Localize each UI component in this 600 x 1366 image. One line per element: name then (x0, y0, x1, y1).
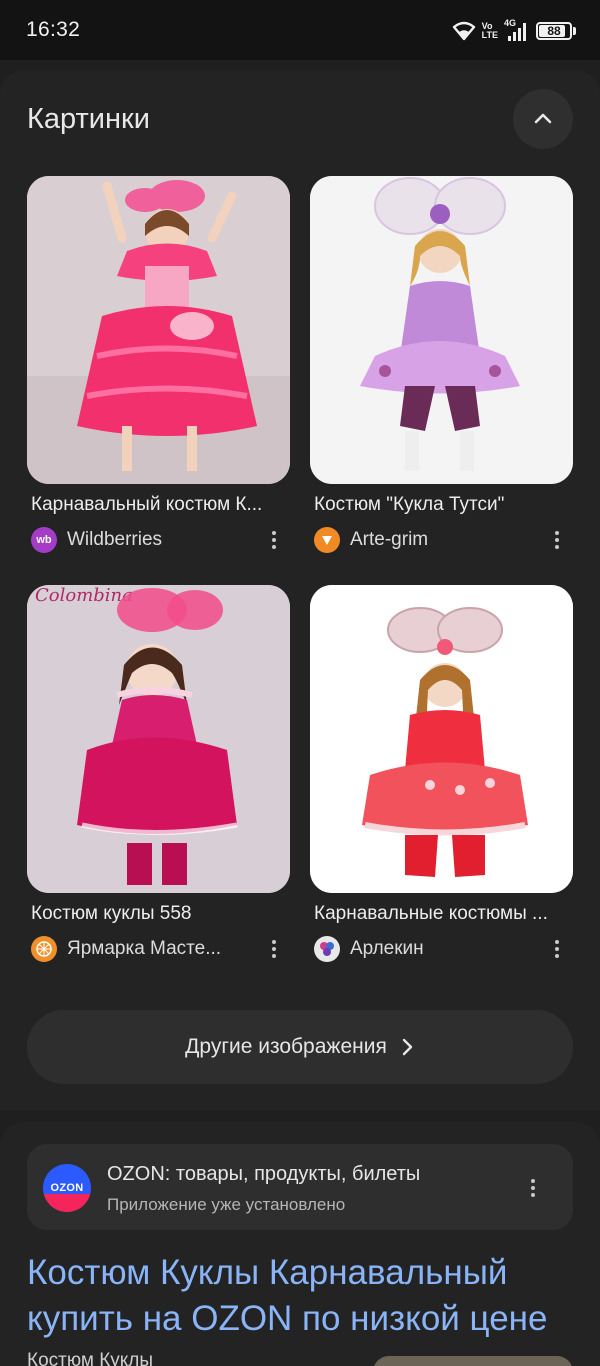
result-snippet: Костюм Куклы (27, 1350, 154, 1366)
arlekin-logo-icon (314, 936, 340, 962)
image-result-2[interactable]: Костюм "Кукла Тутси" Arte-grim (310, 176, 573, 554)
more-options-button[interactable] (545, 526, 569, 554)
source-name: Arte-grim (350, 529, 429, 550)
image-title[interactable]: Костюм "Кукла Тутси" (310, 494, 573, 516)
chevron-up-icon (534, 113, 552, 124)
section-title: Картинки (27, 103, 150, 135)
ozon-logo-text: OZON (50, 1182, 84, 1194)
more-options-button[interactable] (262, 526, 286, 554)
source-name: Арлекин (350, 938, 424, 959)
app-title: OZON: товары, продукты, билеты (107, 1163, 421, 1185)
battery-tip (573, 27, 576, 35)
wildberries-logo-icon: wb (31, 527, 57, 553)
battery-level: 88 (547, 24, 561, 38)
volte-indicator: Vo LTE (482, 22, 498, 40)
image-result-1[interactable]: Карнавальный костюм К... wb Wildberries (27, 176, 290, 554)
image-title[interactable]: Карнавальный костюм К... (27, 494, 290, 516)
more-options-button[interactable] (262, 935, 286, 963)
arte-grim-logo-icon (314, 527, 340, 553)
image-title[interactable]: Костюм куклы 558 (27, 903, 290, 925)
image-source[interactable]: Арлекин (310, 935, 573, 963)
result-title-link[interactable]: Костюм Куклы Карнавальный купить на OZON… (27, 1250, 587, 1342)
battery-icon: 88 (536, 22, 572, 40)
status-icons: Vo LTE 4G 88 (452, 17, 576, 45)
app-banner[interactable]: OZON OZON: товары, продукты, билеты Прил… (27, 1144, 573, 1230)
chevron-right-icon (402, 1038, 413, 1056)
more-options-button[interactable] (521, 1174, 545, 1202)
status-bar: 16:32 Vo LTE 4G 88 (0, 0, 600, 60)
image-thumbnail[interactable]: Colombina (27, 585, 290, 893)
status-time: 16:32 (26, 18, 81, 41)
watermark-text: Colombina (35, 585, 133, 606)
image-source[interactable]: wb Wildberries (27, 526, 290, 554)
image-title[interactable]: Карнавальные костюмы ... (310, 903, 573, 925)
collapse-button[interactable] (513, 89, 573, 149)
image-result-3[interactable]: Colombina Костюм куклы 558 Ярмарка Масте… (27, 585, 290, 963)
image-thumbnail[interactable] (310, 585, 573, 893)
more-images-button[interactable]: Другие изображения (27, 1010, 573, 1084)
image-thumbnail[interactable] (310, 176, 573, 484)
image-result-4[interactable]: Карнавальные костюмы ... Арлекин (310, 585, 573, 963)
image-source[interactable]: Arte-grim (310, 526, 573, 554)
image-thumbnail[interactable] (27, 176, 290, 484)
result-thumbnail[interactable] (373, 1356, 573, 1366)
volte-bottom: LTE (481, 30, 498, 40)
search-result: OZON OZON: товары, продукты, билеты Прил… (0, 1122, 600, 1366)
images-section: Картинки Карнавальный костюм К... wb Wil… (0, 70, 600, 1110)
image-source[interactable]: Ярмарка Масте... (27, 935, 290, 963)
yarmarka-masterov-logo-icon (31, 936, 57, 962)
ozon-logo-icon: OZON (43, 1164, 91, 1212)
wifi-icon (452, 21, 475, 41)
source-name: Wildberries (67, 529, 163, 550)
app-subtitle: Приложение уже установлено (107, 1195, 346, 1214)
signal-icon: 4G (504, 18, 530, 42)
more-images-label: Другие изображения (185, 1035, 387, 1058)
source-name: Ярмарка Масте... (67, 938, 222, 959)
more-options-button[interactable] (545, 935, 569, 963)
